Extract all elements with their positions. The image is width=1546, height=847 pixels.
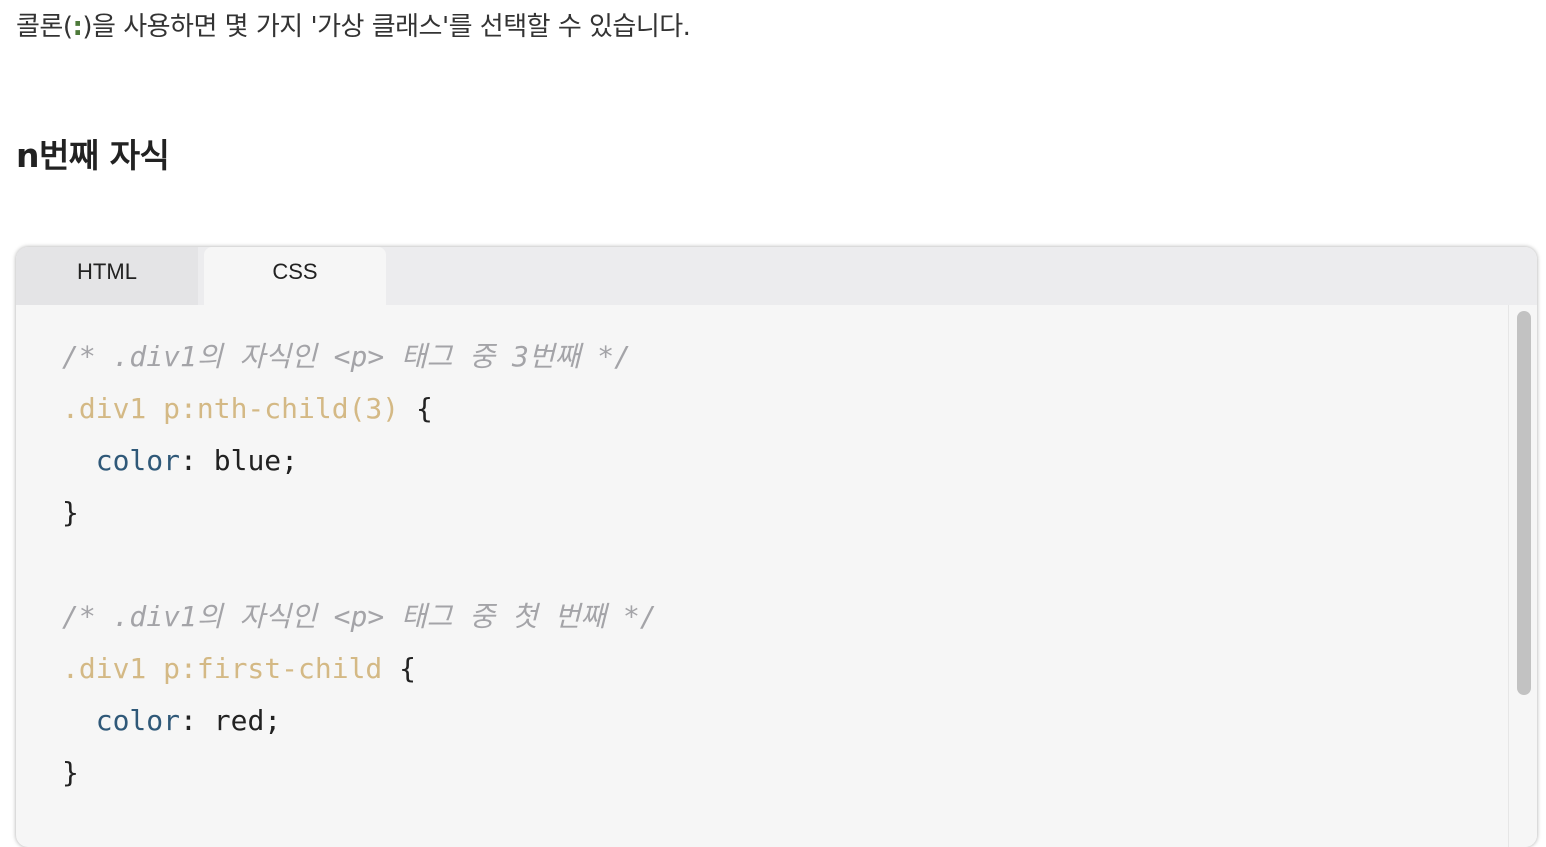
code-property: color — [95, 704, 181, 737]
vertical-scrollbar[interactable] — [1508, 305, 1537, 847]
code-line-2: .div1 p:nth-child(3) { — [62, 383, 657, 435]
code-comment: /* .div1의 자식인 <p> 태그 중 첫 번째 */ — [62, 600, 657, 633]
code-property: color — [95, 444, 181, 477]
intro-after: )을 사용하면 몇 가지 '가상 클래스'를 선택할 수 있습니다. — [82, 12, 691, 42]
code-line-1: /* .div1의 자식인 <p> 태그 중 3번째 */ — [62, 331, 657, 383]
code-brace-close: } — [62, 496, 79, 529]
code-line-6: /* .div1의 자식인 <p> 태그 중 첫 번째 */ — [62, 591, 657, 643]
code-value: : blue; — [180, 444, 299, 477]
intro-text: 콜론(:)을 사용하면 몇 가지 '가상 클래스'를 선택할 수 있습니다. — [16, 8, 691, 46]
editor-tab-bar: HTML CSS — [16, 247, 1537, 305]
intro-colon: : — [72, 12, 83, 42]
code-line-8: color: red; — [62, 695, 657, 747]
code-selector: .div1 p:nth-child(3) — [62, 392, 400, 425]
code-brace-open: { — [399, 392, 433, 425]
code-brace-close: } — [62, 756, 79, 789]
code-line-3: color: blue; — [62, 435, 657, 487]
code-selector: .div1 p:first-child — [62, 652, 383, 685]
code-brace-open: { — [382, 652, 417, 685]
code-value: : red; — [180, 704, 282, 737]
tab-css[interactable]: CSS — [204, 247, 386, 305]
code-line-4: } — [62, 487, 657, 539]
scrollbar-thumb[interactable] — [1517, 311, 1531, 695]
intro-before: 콜론( — [16, 12, 73, 42]
tab-html[interactable]: HTML — [16, 247, 198, 305]
code-editor: HTML CSS /* .div1의 자식인 <p> 태그 중 3번째 */ .d… — [16, 247, 1537, 847]
code-line-9: } — [62, 747, 657, 799]
section-heading: n번째 자식 — [16, 136, 170, 175]
code-comment: /* .div1의 자식인 <p> 태그 중 3번째 */ — [62, 340, 631, 373]
code-line-7: .div1 p:first-child { — [62, 643, 657, 695]
code-block[interactable]: /* .div1의 자식인 <p> 태그 중 3번째 */ .div1 p:nth… — [62, 331, 657, 799]
